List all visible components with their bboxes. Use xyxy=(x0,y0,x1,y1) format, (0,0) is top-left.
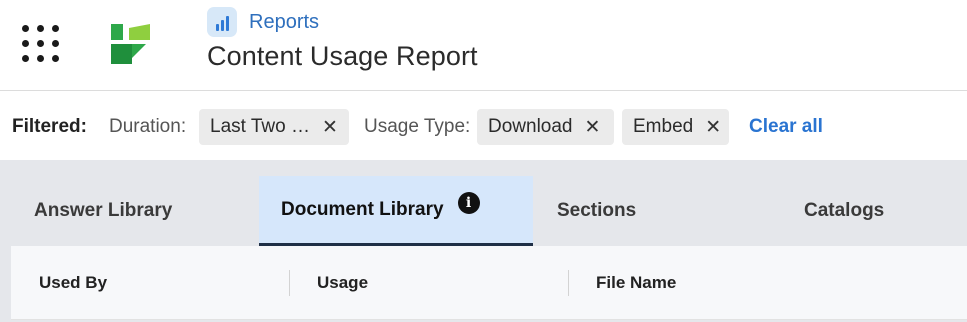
page-title: Content Usage Report xyxy=(207,41,478,71)
column-header-usage[interactable]: Usage xyxy=(317,246,368,320)
breadcrumb-label: Reports xyxy=(249,10,320,33)
column-divider xyxy=(568,270,569,296)
column-header-label: File Name xyxy=(596,273,677,292)
brand-logo-icon[interactable] xyxy=(108,22,152,66)
table-header-row: Used By Usage File Name xyxy=(11,246,967,320)
tab-sections[interactable]: Sections xyxy=(557,176,636,246)
tab-catalogs[interactable]: Catalogs xyxy=(804,176,884,246)
tab-label: Sections xyxy=(557,200,637,221)
bar-chart-icon xyxy=(207,7,237,37)
column-header-label: Used By xyxy=(39,273,108,292)
filtered-label: Filtered: xyxy=(12,116,87,137)
duration-label: Duration: xyxy=(109,116,187,137)
tab-answer-library[interactable]: Answer Library xyxy=(34,176,172,246)
clear-all-link[interactable]: Clear all xyxy=(749,116,823,138)
breadcrumb-reports[interactable]: Reports xyxy=(207,7,320,37)
usage-type-chip-label: Embed xyxy=(633,116,694,137)
duration-filter-chip[interactable]: Last Two … ✕ xyxy=(199,109,349,145)
tab-label: Document Library xyxy=(281,198,444,220)
info-icon[interactable]: i xyxy=(457,191,480,214)
column-header-label: Usage xyxy=(317,273,369,292)
remove-download-close-icon[interactable]: ✕ xyxy=(585,118,601,137)
page-header: Reports Content Usage Report xyxy=(0,0,967,91)
duration-chip-value: Last Two … xyxy=(210,116,310,137)
tab-label: Answer Library xyxy=(34,200,173,221)
usage-type-chip-download[interactable]: Download ✕ xyxy=(477,109,614,145)
tab-label: Catalogs xyxy=(804,200,885,221)
usage-type-label: Usage Type: xyxy=(364,116,471,137)
tab-document-library[interactable]: Document Library i xyxy=(259,176,533,246)
column-divider xyxy=(289,270,290,296)
app-switcher-grid-icon[interactable] xyxy=(22,25,60,63)
column-header-file-name[interactable]: File Name xyxy=(596,246,676,320)
remove-duration-close-icon[interactable]: ✕ xyxy=(322,118,338,137)
usage-type-chip-embed[interactable]: Embed ✕ xyxy=(622,109,729,145)
remove-embed-close-icon[interactable]: ✕ xyxy=(705,118,721,137)
usage-type-chip-label: Download xyxy=(488,116,573,137)
column-header-used-by[interactable]: Used By xyxy=(39,246,107,320)
